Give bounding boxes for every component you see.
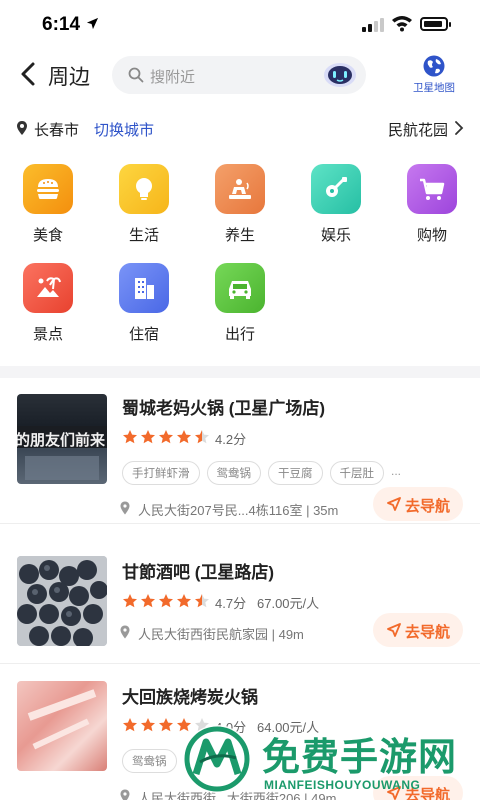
- battery-icon: [420, 17, 451, 31]
- tag: 鸳鸯锅: [206, 461, 261, 485]
- page-title: 周边: [48, 66, 90, 89]
- burger-icon: [37, 179, 59, 199]
- rating-score: 4.7分: [215, 596, 247, 611]
- star-icon: [141, 718, 155, 732]
- location-pin-icon: [120, 625, 130, 639]
- cart-icon: [420, 178, 445, 200]
- category-food[interactable]: 美食: [13, 164, 83, 252]
- bulb-icon: [136, 178, 152, 200]
- more-tags: ...: [391, 464, 402, 478]
- navigate-button[interactable]: 去导航: [373, 613, 463, 647]
- category-label: 生活: [128, 227, 159, 244]
- location-pin-icon: [120, 501, 130, 515]
- place-item[interactable]: 的朋友们前来 蜀城老妈火锅 (卫星广场店) 4.2分 手打鲜虾滑 鸳鸯锅 干豆腐…: [0, 378, 480, 524]
- watermark: 免费手游网 MIANFEISHOUYOUWANG: [180, 722, 480, 800]
- category-shopping[interactable]: 购物: [397, 164, 467, 252]
- header-bar: 周边 搜附近 卫星地图: [0, 52, 480, 98]
- spa-icon: [229, 179, 251, 199]
- star-icon: [195, 430, 209, 444]
- tag: 千层肚: [329, 461, 384, 485]
- navigation-arrow-icon: [387, 497, 401, 511]
- thumbnail-image: [17, 556, 107, 646]
- search-placeholder: 搜附近: [150, 69, 196, 86]
- satellite-map-label: 卫星地图: [413, 82, 455, 94]
- tag-list: 鸳鸯锅: [122, 749, 184, 773]
- search-input[interactable]: 搜附近: [112, 56, 366, 94]
- ai-assistant-icon[interactable]: [322, 61, 358, 89]
- star-icon: [159, 594, 173, 608]
- category-lodging[interactable]: 住宿: [109, 263, 179, 351]
- place-name[interactable]: 甘節酒吧 (卫星路店): [122, 558, 274, 583]
- category-attractions[interactable]: 景点: [13, 263, 83, 351]
- category-wellness[interactable]: 养生: [205, 164, 275, 252]
- cellular-signal-icon: [362, 16, 388, 32]
- place-name[interactable]: 蜀城老妈火锅 (卫星广场店): [122, 394, 325, 419]
- current-area[interactable]: 民航花园: [388, 119, 448, 140]
- chevron-right-icon[interactable]: [454, 121, 464, 135]
- navigate-button[interactable]: 去导航: [373, 487, 463, 521]
- star-icon: [123, 594, 137, 608]
- location-pin-icon: [17, 121, 27, 135]
- category-label: 购物: [416, 227, 447, 244]
- guitar-icon: [326, 177, 347, 197]
- category-entertainment[interactable]: 娱乐: [301, 164, 371, 252]
- chevron-left-icon[interactable]: [16, 58, 42, 90]
- category-label: 出行: [224, 326, 255, 343]
- place-address: 人民大街西街民航家园 | 49m: [138, 627, 304, 642]
- star-icon: [177, 594, 191, 608]
- location-row: 长春市 切换城市 民航花园: [0, 114, 480, 142]
- star-icon: [159, 718, 173, 732]
- globe-icon: [423, 55, 445, 77]
- location-pin-icon: [120, 789, 130, 800]
- tag-list: 手打鲜虾滑 鸳鸯锅 干豆腐 千层肚 ...: [122, 461, 401, 485]
- building-icon: [135, 278, 154, 299]
- place-thumbnail: [17, 556, 107, 646]
- status-bar: 6:14: [0, 0, 480, 48]
- thumbnail-sign-text: 的朋友们前来: [17, 432, 106, 449]
- search-icon: [128, 67, 144, 83]
- navigate-label: 去导航: [405, 624, 451, 641]
- category-travel[interactable]: 出行: [205, 263, 275, 351]
- location-arrow-icon: [86, 17, 99, 30]
- star-icon: [195, 594, 209, 608]
- watermark-title: 免费手游网: [262, 734, 458, 779]
- tag: 干豆腐: [268, 461, 323, 485]
- star-icon: [123, 718, 137, 732]
- category-label: 住宿: [128, 326, 159, 343]
- navigation-arrow-icon: [387, 623, 401, 637]
- switch-city-link[interactable]: 切换城市: [94, 119, 154, 140]
- star-icon: [177, 430, 191, 444]
- place-thumbnail: [17, 681, 107, 771]
- star-icon: [123, 430, 137, 444]
- place-name[interactable]: 大回族烧烤炭火锅: [122, 683, 258, 708]
- star-icon: [141, 430, 155, 444]
- star-rating: [122, 593, 212, 609]
- category-label: 养生: [224, 227, 255, 244]
- category-label: 景点: [32, 326, 63, 343]
- status-time: 6:14: [42, 14, 81, 35]
- category-life[interactable]: 生活: [109, 164, 179, 252]
- place-thumbnail: 的朋友们前来: [17, 394, 107, 484]
- star-rating: [122, 429, 212, 445]
- tag: 鸳鸯锅: [122, 749, 177, 773]
- navigate-label: 去导航: [405, 498, 451, 515]
- rating-score: 4.2分: [215, 432, 247, 447]
- palm-icon: [37, 277, 61, 297]
- price-per-person: 67.00元/人: [257, 596, 320, 611]
- current-city: 长春市: [34, 122, 80, 139]
- wifi-icon: [392, 16, 412, 32]
- watermark-logo: [183, 725, 251, 793]
- section-divider: [0, 366, 480, 378]
- place-item[interactable]: 甘節酒吧 (卫星路店) 4.7分 67.00元/人 人民大街西街民航家园 | 4…: [0, 524, 480, 664]
- category-label: 美食: [32, 227, 63, 244]
- category-label: 娱乐: [320, 227, 351, 244]
- tag: 手打鲜虾滑: [122, 461, 200, 485]
- car-icon: [229, 281, 251, 299]
- star-icon: [141, 594, 155, 608]
- satellite-map-button[interactable]: 卫星地图: [404, 54, 464, 98]
- star-icon: [159, 430, 173, 444]
- watermark-subtitle: MIANFEISHOUYOUWANG: [264, 778, 421, 792]
- place-address: 人民大街207号民...4栋116室 | 35m: [138, 503, 339, 518]
